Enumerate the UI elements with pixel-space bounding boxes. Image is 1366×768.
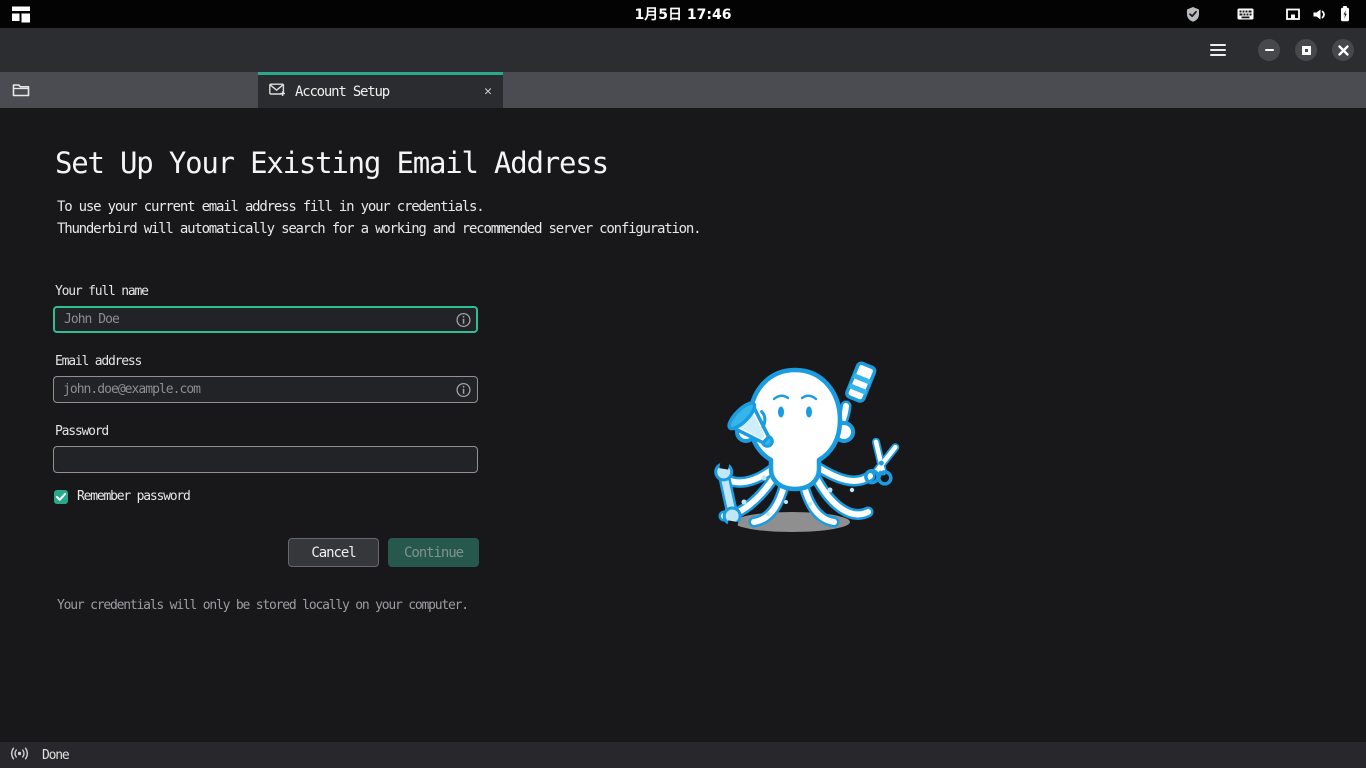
window-maximize-button[interactable]	[1295, 39, 1317, 61]
tab-bar: Account Setup ✕	[0, 72, 1366, 108]
activities-layout-icon[interactable]	[11, 4, 31, 24]
remember-password-checkbox[interactable]	[54, 489, 68, 504]
clock-date[interactable]: 1月5日 17:46	[635, 4, 732, 24]
subtitle-line-2: Thunderbird will automatically search fo…	[57, 221, 702, 237]
keyboard-layout-icon[interactable]	[1237, 7, 1254, 21]
battery-charging-icon[interactable]	[1338, 5, 1352, 23]
email-input[interactable]	[53, 376, 478, 403]
mail-add-icon	[269, 82, 286, 101]
maximize-icon	[1301, 45, 1311, 55]
tab-close-icon[interactable]: ✕	[484, 85, 492, 98]
credentials-note: Your credentials will only be stored loc…	[57, 598, 469, 613]
network-wired-icon[interactable]	[1285, 7, 1301, 22]
broadcast-status-icon	[10, 746, 29, 765]
screen: 1月5日 17:46 Account Setup ✕ Set Up Your E…	[0, 0, 1366, 768]
tab-label: Account Setup	[295, 83, 390, 100]
password-input[interactable]	[53, 446, 478, 473]
full-name-input[interactable]	[53, 306, 478, 333]
continue-button[interactable]: Continue	[388, 538, 479, 567]
full-name-label: Your full name	[55, 284, 149, 299]
subtitle-line-1: To use your current email address fill i…	[57, 199, 485, 215]
window-close-button[interactable]	[1332, 39, 1354, 61]
password-label: Password	[55, 424, 109, 439]
minimize-icon	[1264, 49, 1274, 51]
shield-check-icon[interactable]	[1185, 6, 1201, 23]
status-bar: Done	[0, 742, 1366, 768]
os-top-bar: 1月5日 17:46	[0, 0, 1366, 28]
remember-password-label: Remember password	[77, 489, 191, 504]
account-setup-pane: Set Up Your Existing Email Address To us…	[0, 108, 1366, 742]
folder-spaces-icon[interactable]	[12, 83, 30, 98]
info-icon[interactable]	[456, 312, 471, 327]
page-title: Set Up Your Existing Email Address	[55, 146, 609, 180]
remember-password-row[interactable]: Remember password	[54, 489, 191, 504]
tab-account-setup[interactable]: Account Setup ✕	[258, 72, 503, 108]
volume-icon[interactable]	[1312, 7, 1327, 22]
page-subtitle: To use your current email address fill i…	[57, 196, 702, 240]
thunderbird-octopus-mascot	[714, 361, 900, 532]
email-label: Email address	[55, 354, 142, 369]
window-title-bar	[0, 28, 1366, 72]
checkmark-icon	[56, 492, 66, 501]
app-menu-icon[interactable]	[1209, 43, 1227, 57]
close-icon	[1337, 44, 1349, 56]
cancel-button[interactable]: Cancel	[288, 538, 379, 567]
window-minimize-button[interactable]	[1258, 39, 1280, 61]
status-text: Done	[42, 747, 70, 763]
info-icon[interactable]	[456, 382, 471, 397]
